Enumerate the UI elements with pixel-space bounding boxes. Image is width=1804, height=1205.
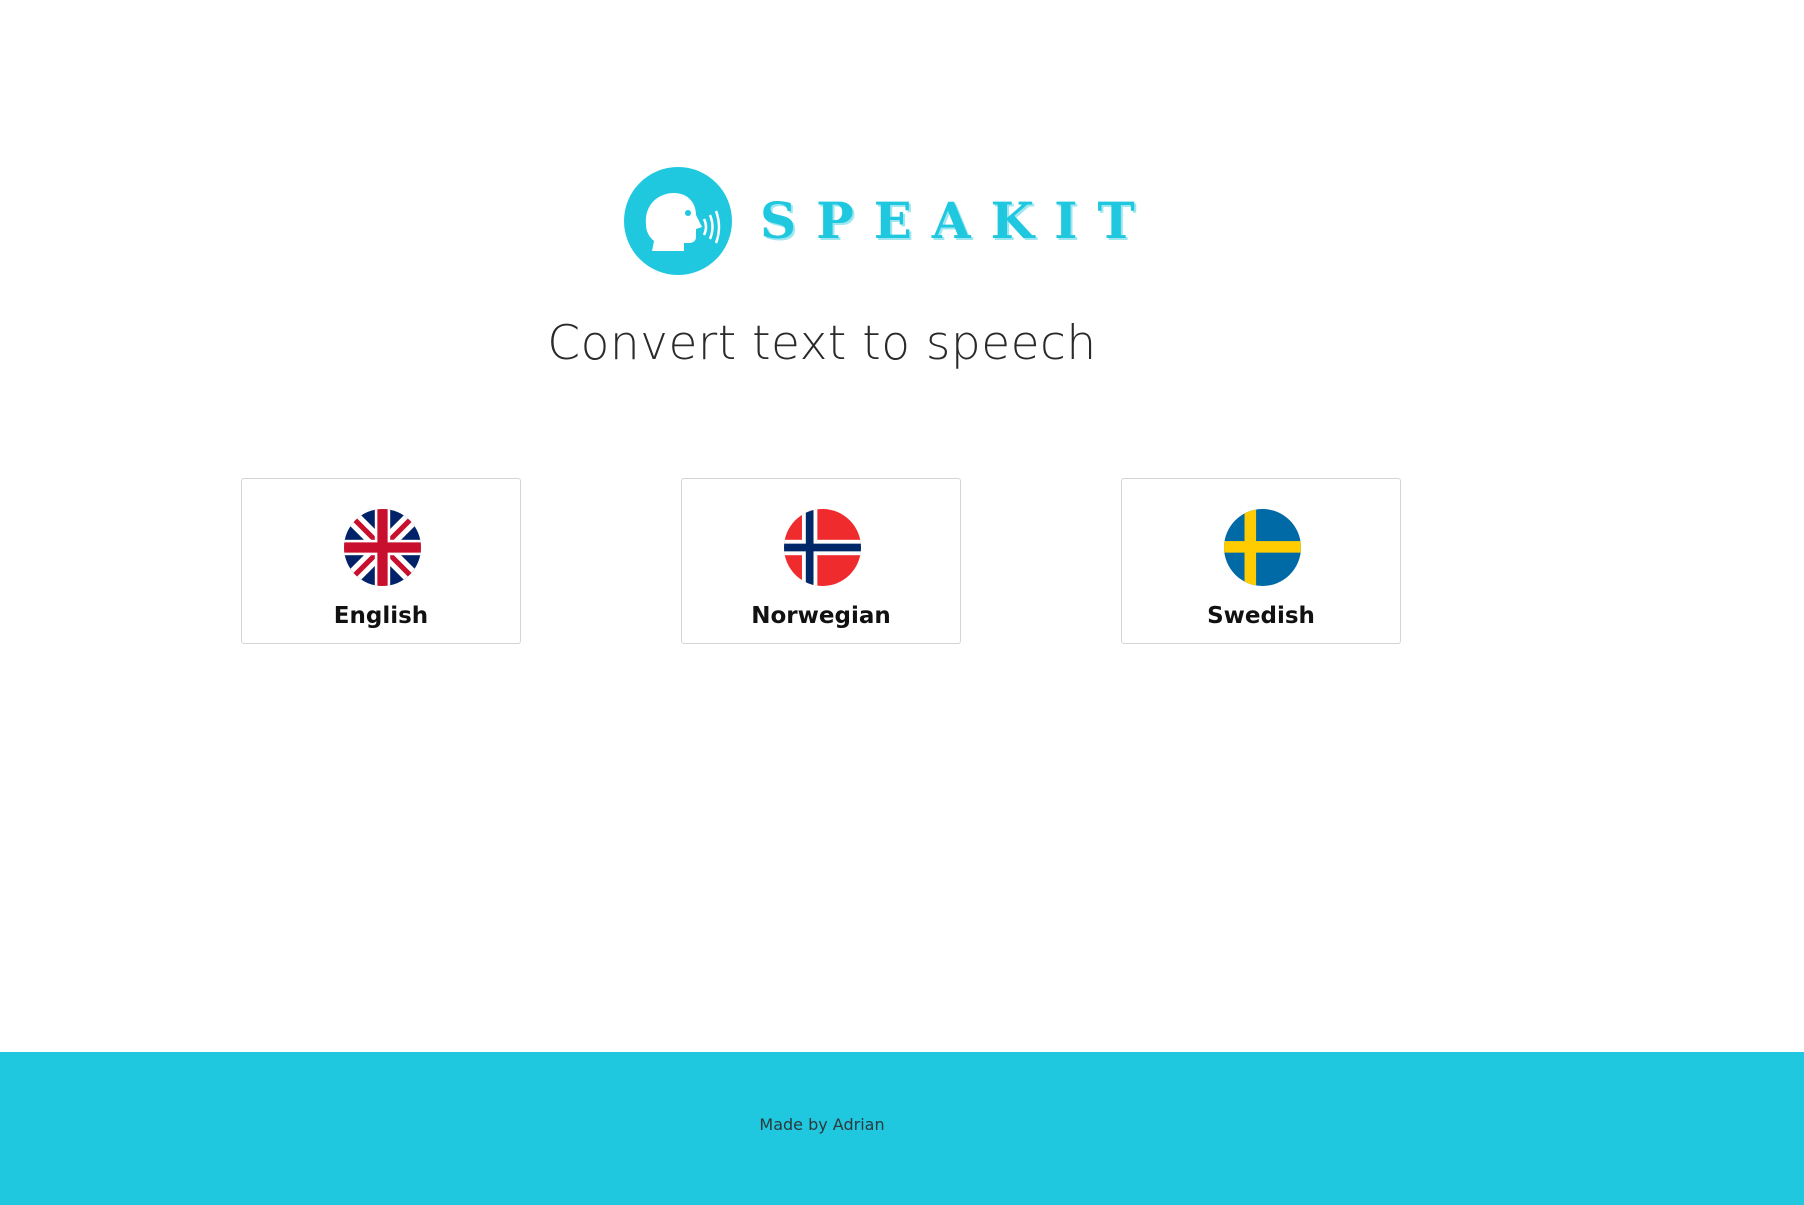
sweden-flag-icon <box>1224 509 1301 586</box>
speaking-head-icon <box>624 167 732 275</box>
language-label: English <box>333 603 429 629</box>
page: SPEAKIT Convert text to speech English N… <box>0 0 1804 1205</box>
footer-credit: Made by Adrian <box>759 1115 885 1134</box>
footer: Made by Adrian <box>0 1052 1804 1205</box>
language-card-norwegian[interactable]: Norwegian <box>681 478 961 644</box>
brand-name: SPEAKIT <box>760 191 1155 250</box>
language-card-swedish[interactable]: Swedish <box>1121 478 1401 644</box>
logo[interactable]: SPEAKIT <box>624 166 1155 276</box>
page-title: Convert text to speech <box>547 316 1097 371</box>
language-label: Swedish <box>1207 603 1315 629</box>
language-label: Norwegian <box>751 603 891 629</box>
language-card-english[interactable]: English <box>241 478 521 644</box>
norway-flag-icon <box>784 509 861 586</box>
uk-flag-icon <box>344 509 421 586</box>
